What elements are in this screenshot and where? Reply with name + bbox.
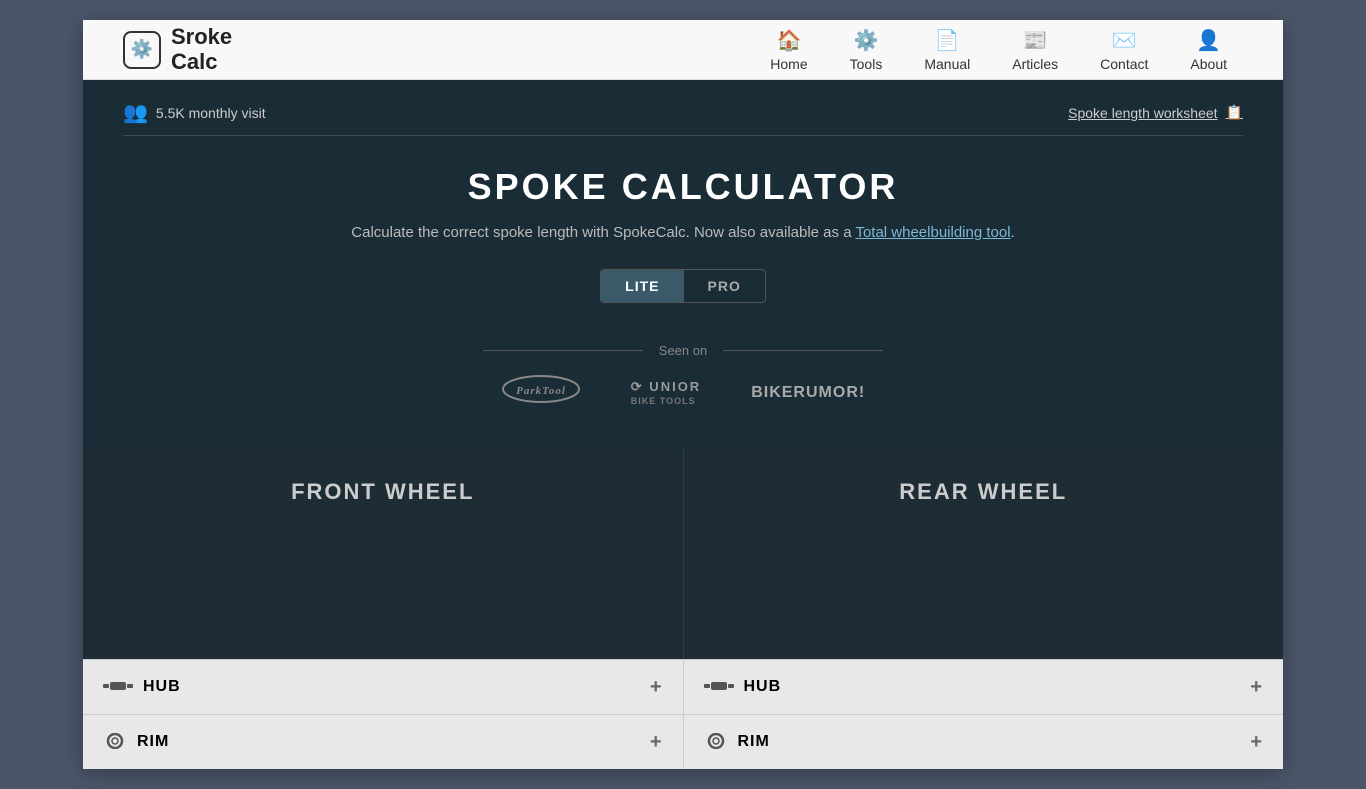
worksheet-link[interactable]: Spoke length worksheet 📋	[1068, 104, 1243, 121]
seen-on-line-left	[483, 350, 643, 351]
wheelbuilding-link[interactable]: Total wheelbuilding tool	[855, 224, 1010, 241]
articles-icon: 📰	[1023, 28, 1048, 53]
nav-about[interactable]: 👤 About	[1174, 20, 1243, 80]
parktool-logo: ParkTool	[501, 374, 581, 409]
pro-button[interactable]: PRO	[684, 270, 765, 302]
manual-icon: 📄	[935, 28, 960, 53]
nav-home[interactable]: 🏠 Home	[754, 20, 823, 80]
bikerumor-logo: BIKERUMOR!	[751, 382, 865, 402]
logo-icon: ⚙️	[123, 31, 161, 69]
rear-accordions: HUB + RIM +	[684, 659, 1284, 769]
front-hub-left: HUB	[103, 674, 181, 700]
parktool-svg: ParkTool	[501, 374, 581, 404]
svg-text:ParkTool: ParkTool	[516, 385, 566, 397]
seen-on-label: Seen on	[123, 343, 1243, 358]
visitors-icon: 👥	[123, 100, 148, 125]
rear-wheel-title: REAR WHEEL	[724, 479, 1244, 505]
nav-manual[interactable]: 📄 Manual	[908, 20, 986, 80]
nav-articles[interactable]: 📰 Articles	[996, 20, 1074, 80]
rear-rim-icon	[704, 729, 728, 755]
rear-hub-accordion[interactable]: HUB +	[684, 659, 1284, 714]
home-icon: 🏠	[777, 28, 802, 53]
lite-button[interactable]: LITE	[601, 270, 683, 302]
hero-description: Calculate the correct spoke length with …	[123, 224, 1243, 241]
worksheet-icon: 📋	[1226, 104, 1243, 121]
main-nav: 🏠 Home ⚙️ Tools 📄 Manual 📰 Articles ✉️	[754, 20, 1243, 80]
rear-hub-left: HUB	[704, 674, 782, 700]
rear-rim-plus-icon: +	[1250, 731, 1263, 754]
seen-on-logos: ParkTool ⟳ UNIOR BIKE TOOLS BIKERUMOR!	[501, 374, 865, 409]
visitors-count: 👥 5.5K monthly visit	[123, 100, 266, 125]
front-rim-accordion[interactable]: RIM +	[83, 714, 683, 769]
nav-contact[interactable]: ✉️ Contact	[1084, 20, 1164, 80]
rear-rim-accordion[interactable]: RIM +	[684, 714, 1284, 769]
tools-icon: ⚙️	[854, 28, 879, 53]
hero-title: SPOKE CALCULATOR	[123, 166, 1243, 208]
wheels-section: FRONT WHEEL REAR WHEEL	[83, 449, 1283, 659]
rear-hub-plus-icon: +	[1250, 676, 1263, 699]
front-hub-icon	[103, 674, 133, 700]
front-hub-plus-icon: +	[650, 676, 663, 699]
toggle-bar: LITE PRO	[123, 269, 1243, 303]
accordions-row: HUB + RIM +	[83, 659, 1283, 769]
front-wheel-title: FRONT WHEEL	[123, 479, 643, 505]
header: ⚙️ Sroke Calc 🏠 Home ⚙️ Tools 📄 Manual	[83, 20, 1283, 80]
rear-rim-left: RIM	[704, 729, 770, 755]
page-background: ⚙️ Sroke Calc 🏠 Home ⚙️ Tools 📄 Manual	[0, 0, 1366, 789]
seen-on-line-right	[723, 350, 883, 351]
front-wheel-panel: FRONT WHEEL	[83, 449, 684, 659]
hero-section: 👥 5.5K monthly visit Spoke length worksh…	[83, 80, 1283, 449]
front-accordions: HUB + RIM +	[83, 659, 684, 769]
content-box: ⚙️ Sroke Calc 🏠 Home ⚙️ Tools 📄 Manual	[83, 20, 1283, 769]
nav-tools[interactable]: ⚙️ Tools	[834, 20, 899, 80]
front-rim-plus-icon: +	[650, 731, 663, 754]
lite-pro-toggle: LITE PRO	[600, 269, 766, 303]
logo-text: Sroke Calc	[171, 25, 232, 73]
rear-hub-icon	[704, 674, 734, 700]
rear-wheel-panel: REAR WHEEL	[684, 449, 1284, 659]
seen-on-section: Seen on ParkTool ⟳ UNIOR BIKE TOOLS	[123, 343, 1243, 409]
logo[interactable]: ⚙️ Sroke Calc	[123, 25, 232, 73]
front-hub-accordion[interactable]: HUB +	[83, 659, 683, 714]
about-icon: 👤	[1196, 28, 1221, 53]
unior-logo: ⟳ UNIOR BIKE TOOLS	[631, 378, 701, 406]
front-rim-icon	[103, 729, 127, 755]
hero-top-bar: 👥 5.5K monthly visit Spoke length worksh…	[123, 100, 1243, 136]
contact-icon: ✉️	[1112, 28, 1137, 53]
front-rim-left: RIM	[103, 729, 169, 755]
